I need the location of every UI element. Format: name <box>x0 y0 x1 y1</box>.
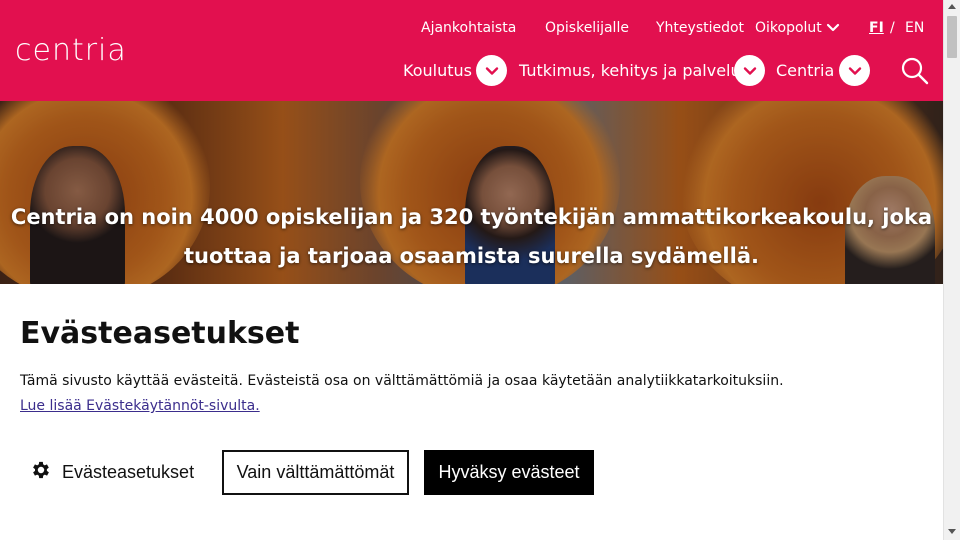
scroll-up-arrow-icon[interactable] <box>948 4 956 9</box>
page-scrollbar[interactable] <box>943 0 960 540</box>
necessary-only-button[interactable]: Vain välttämättömät <box>222 450 409 495</box>
cookie-settings-label: Evästeasetukset <box>62 462 195 482</box>
cookie-description: Tämä sivusto käyttää evästeitä. Evästeis… <box>20 373 784 389</box>
chevron-down-icon[interactable] <box>826 19 840 43</box>
scrollbar-thumb[interactable] <box>947 16 957 58</box>
search-icon[interactable] <box>900 56 930 86</box>
chevron-down-icon <box>743 66 756 75</box>
hero-banner: Centria on noin 4000 opiskelijan ja 320 … <box>0 101 943 284</box>
top-navigation: Ajankohtaista Opiskelijalle Yhteystiedot… <box>0 18 943 38</box>
main-navigation: Koulutus Tutkimus, kehitys ja palvelut C… <box>0 55 943 87</box>
hero-headline: Centria on noin 4000 opiskelijan ja 320 … <box>0 198 943 276</box>
nav-link-oikopolut[interactable]: Oikopolut <box>755 18 822 38</box>
site-header: centria Ajankohtaista Opiskelijalle Yhte… <box>0 0 943 101</box>
gear-icon <box>30 459 52 486</box>
nav-link-ajankohtaista[interactable]: Ajankohtaista <box>421 18 516 38</box>
hero-headline-line: tuottaa ja tarjoaa osaamista suurella sy… <box>184 244 759 268</box>
chevron-down-icon <box>485 66 498 75</box>
main-nav-centria[interactable]: Centria <box>776 61 834 81</box>
hero-headline-line: Centria on noin 4000 opiskelijan ja 320 … <box>10 205 933 229</box>
nav-link-opiskelijalle[interactable]: Opiskelijalle <box>545 18 629 38</box>
nav-link-yhteystiedot[interactable]: Yhteystiedot <box>656 18 744 38</box>
accept-cookies-button[interactable]: Hyväksy evästeet <box>424 450 594 495</box>
centria-dropdown-button[interactable] <box>839 55 870 86</box>
cookie-policy-link[interactable]: Lue lisää Evästekäytännöt-sivulta. <box>20 396 260 416</box>
language-separator: / <box>890 20 895 36</box>
chevron-down-icon <box>848 66 861 75</box>
tutkimus-dropdown-button[interactable] <box>734 55 765 86</box>
cookie-settings-title: Evästeasetukset <box>20 316 300 351</box>
main-nav-tutkimus[interactable]: Tutkimus, kehitys ja palvelut <box>519 61 747 81</box>
cookie-settings-button[interactable]: Evästeasetukset <box>30 450 194 495</box>
koulutus-dropdown-button[interactable] <box>476 55 507 86</box>
main-nav-koulutus[interactable]: Koulutus <box>403 61 472 81</box>
scroll-down-arrow-icon[interactable] <box>948 529 956 534</box>
page: centria Ajankohtaista Opiskelijalle Yhte… <box>0 0 943 540</box>
language-fi-link[interactable]: FI <box>869 18 884 38</box>
language-en-link[interactable]: EN <box>905 18 924 38</box>
